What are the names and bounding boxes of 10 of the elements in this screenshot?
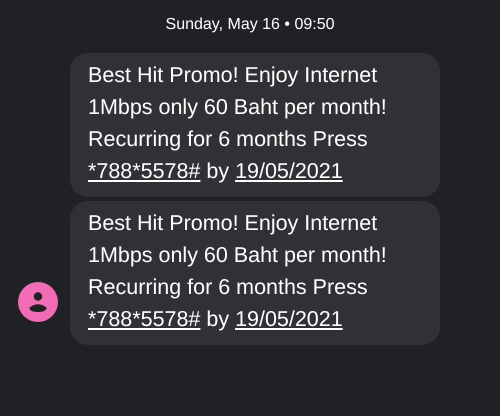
link[interactable]: 19/05/2021 (235, 159, 343, 183)
link[interactable]: *788*5578# (88, 159, 200, 183)
link[interactable]: 19/05/2021 (235, 307, 343, 331)
avatar-icon[interactable] (18, 282, 58, 322)
link[interactable]: *788*5578# (88, 307, 200, 331)
message-bubble[interactable]: Best Hit Promo! Enjoy Internet 1Mbps only 60 Baht per month! Recurring for 6 months Press *788*5578# by 19/05/2021 (70, 201, 440, 345)
message-bubble[interactable]: Best Hit Promo! Enjoy Internet 1Mbps only 60 Baht per month! Recurring for 6 months Press *788*5578# by 19/05/2021 (70, 53, 440, 197)
message-text: Best Hit Promo! Enjoy Internet 1Mbps only 60 Baht per month! Recurring for 6 months Press *788*5578# by 19/05/2021 (88, 210, 388, 333)
message-text: Best Hit Promo! Enjoy Internet 1Mbps only 60 Baht per month! Recurring for 6 months Press *788*5578# by 19/05/2021 (88, 62, 388, 185)
timestamp: Sunday, May 16 • 09:50 (166, 15, 334, 35)
